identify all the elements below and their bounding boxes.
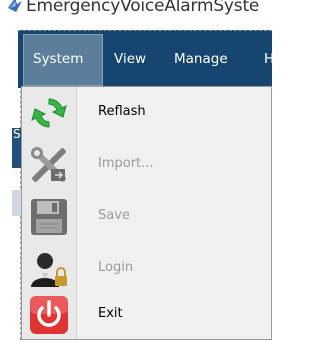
menu-item-import[interactable]: Import... [22,139,271,191]
window-title: EmergencyVoiceAlarmSyste [26,0,260,16]
menu-help[interactable]: H [264,51,274,67]
menu-item-label: Reflash [98,104,146,119]
menu-manage[interactable]: Manage [174,51,228,67]
app-icon [6,0,24,17]
power-icon [29,295,69,335]
refresh-icon [29,93,69,133]
menu-item-label: Login [98,260,134,275]
background-partial-label: S [13,127,21,141]
user-lock-icon [29,249,69,289]
system-dropdown-menu: Reflash Import... Save Login Exit [21,86,272,340]
tools-icon [29,145,69,185]
menu-item-save[interactable]: Save [22,191,271,243]
menu-item-label: Save [98,208,130,223]
menu-view[interactable]: View [114,51,146,67]
menu-bar: System View Manage H [18,30,274,88]
menu-item-label: Import... [98,156,154,171]
menu-item-login[interactable]: Login [22,243,271,295]
menu-item-reflash[interactable]: Reflash [22,87,271,139]
menu-system-label: System [33,51,84,67]
floppy-disk-icon [29,197,69,237]
menu-item-label: Exit [98,306,123,321]
menu-system[interactable]: System [23,34,103,86]
menu-item-exit[interactable]: Exit [22,289,271,341]
window-titlebar: EmergencyVoiceAlarmSyste [0,0,272,30]
